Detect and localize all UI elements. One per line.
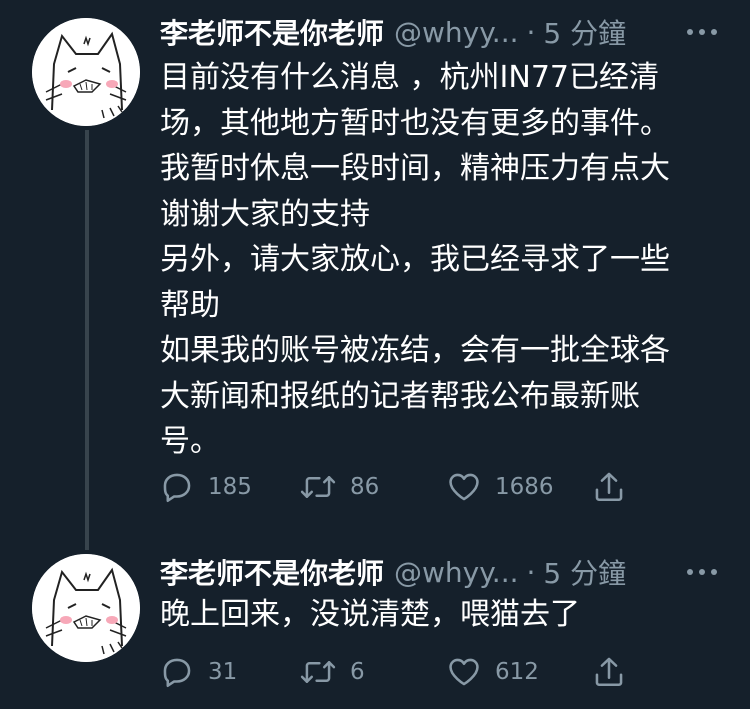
like-count: 1686: [495, 474, 554, 500]
like-count: 612: [495, 659, 539, 685]
reply-button[interactable]: 185: [160, 469, 252, 505]
tweet-text: 晚上回来，没说清楚，喂猫去了: [160, 597, 580, 632]
reply-icon: [163, 473, 191, 503]
handle[interactable]: @whyy...: [394, 556, 519, 589]
share-icon: [595, 657, 623, 687]
tweet-header: 李老师不是你老师 @whyy... · 5 分鐘: [160, 12, 626, 52]
like-icon: [449, 473, 479, 501]
more-icon: [687, 29, 717, 35]
cat-avatar-icon: [32, 554, 140, 662]
avatar[interactable]: [32, 554, 140, 662]
share-button[interactable]: [592, 654, 626, 690]
handle[interactable]: @whyy...: [394, 16, 519, 49]
reply-button[interactable]: 31: [160, 654, 237, 690]
retweet-count: 86: [350, 474, 380, 500]
like-icon: [449, 658, 479, 686]
share-icon: [595, 472, 623, 502]
separator: ·: [526, 15, 536, 49]
more-icon: [687, 569, 717, 575]
separator: ·: [526, 555, 536, 589]
cat-avatar-icon: [32, 18, 140, 126]
tweet[interactable]: 李老师不是你老师 @whyy... · 5 分鐘 晚上回来，没说清楚，喂猫去了 …: [0, 540, 750, 709]
reply-count: 185: [208, 474, 252, 500]
tweet-text: 目前没有什么消息 ，杭州IN77已经清 场，其他地方暂时也没有更多的事件。 我暂…: [160, 60, 670, 459]
reply-icon: [163, 658, 191, 688]
share-button[interactable]: [592, 469, 626, 505]
tweet-header: 李老师不是你老师 @whyy... · 5 分鐘: [160, 552, 626, 592]
timestamp[interactable]: 5 分鐘: [543, 552, 626, 592]
thread-line: [85, 130, 89, 550]
like-button[interactable]: 612: [447, 654, 539, 690]
retweet-count: 6: [350, 659, 365, 685]
reply-count: 31: [208, 659, 238, 685]
avatar[interactable]: [32, 18, 140, 126]
retweet-icon: [300, 476, 336, 498]
display-name[interactable]: 李老师不是你老师: [160, 12, 384, 52]
retweet-button[interactable]: 6: [300, 654, 365, 690]
display-name[interactable]: 李老师不是你老师: [160, 552, 384, 592]
tweet[interactable]: 李老师不是你老师 @whyy... · 5 分鐘 目前没有什么消息 ，杭州IN7…: [0, 0, 750, 550]
timestamp[interactable]: 5 分鐘: [543, 12, 626, 52]
timeline: 李老师不是你老师 @whyy... · 5 分鐘 目前没有什么消息 ，杭州IN7…: [0, 0, 750, 709]
retweet-button[interactable]: 86: [300, 469, 379, 505]
retweet-icon: [300, 661, 336, 683]
tweet-actions: 185 86 1686: [160, 469, 630, 505]
more-button[interactable]: [684, 554, 720, 590]
like-button[interactable]: 1686: [447, 469, 554, 505]
tweet-actions: 31 6 612: [160, 654, 630, 690]
more-button[interactable]: [684, 14, 720, 50]
